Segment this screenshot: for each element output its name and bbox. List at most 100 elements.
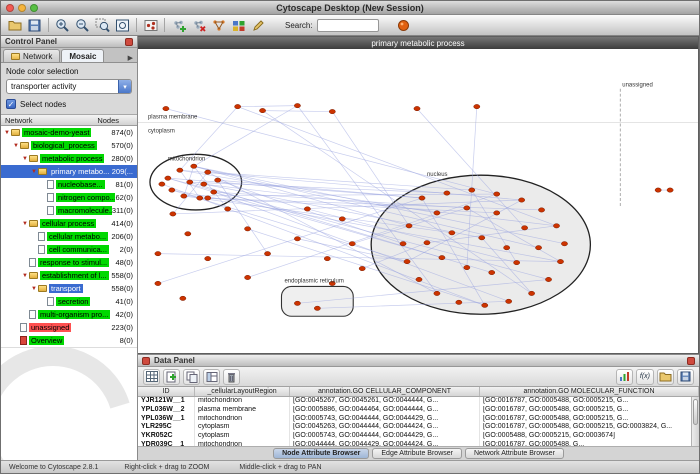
network-node[interactable] <box>181 194 187 198</box>
cell-molecular-function[interactable]: [GO:0016787, GO:0005488, G... <box>480 441 699 446</box>
tab-network-attribute-browser[interactable]: Network Attribute Browser <box>465 448 564 459</box>
network-node[interactable] <box>177 168 183 172</box>
tree-row[interactable]: ▼ biological_process 570(0) <box>1 139 137 152</box>
network-node[interactable] <box>434 291 440 295</box>
network-node[interactable] <box>294 237 300 241</box>
expander-icon[interactable]: ▼ <box>3 130 11 136</box>
network-node[interactable] <box>400 242 406 246</box>
expander-icon[interactable]: ▼ <box>12 143 20 149</box>
window-titlebar[interactable]: Cytoscape Desktop (New Session) <box>1 1 699 15</box>
tree-row[interactable]: ▼ nucleobase... 81(0) <box>1 178 137 191</box>
network-node[interactable] <box>235 104 241 108</box>
network-node[interactable] <box>464 265 470 269</box>
cell-region[interactable]: plasma membrane <box>195 406 290 415</box>
network-node[interactable] <box>522 226 528 230</box>
network-node[interactable] <box>359 266 365 270</box>
network-node[interactable] <box>553 224 559 228</box>
tree-row[interactable]: ▼ cell communica... 2(0) <box>1 243 137 256</box>
tree-row[interactable]: ▼ multi-organism pro... 42(0) <box>1 308 137 321</box>
network-edge[interactable] <box>238 106 298 107</box>
network-node[interactable] <box>324 256 330 260</box>
expander-icon[interactable]: ▼ <box>21 273 29 279</box>
annotation-icon[interactable] <box>249 16 268 34</box>
cell-cellular-component[interactable]: [GO:0045263, GO:0044444, GO:0044424, G..… <box>290 423 480 432</box>
network-node[interactable] <box>201 182 207 186</box>
network-node[interactable] <box>205 256 211 260</box>
network-node[interactable] <box>245 275 251 279</box>
network-node[interactable] <box>205 196 211 200</box>
cell-id[interactable]: YJR121W__1 <box>138 397 195 406</box>
network-node[interactable] <box>163 106 169 110</box>
network-node[interactable] <box>170 212 176 216</box>
network-node[interactable] <box>474 104 480 108</box>
cell-region[interactable]: mitochondrion <box>195 441 290 446</box>
network-node[interactable] <box>304 207 310 211</box>
scrollbar-thumb[interactable] <box>693 399 698 425</box>
expander-icon[interactable]: ▼ <box>21 156 29 162</box>
node-color-dropdown[interactable]: transporter activity ▾ <box>6 79 132 94</box>
network-node[interactable] <box>187 180 193 184</box>
network-node[interactable] <box>419 196 425 200</box>
hide-selected-icon[interactable] <box>141 16 160 34</box>
create-attribute-icon[interactable] <box>163 369 180 385</box>
network-node[interactable] <box>205 170 211 174</box>
data-panel-close-button[interactable] <box>687 357 695 365</box>
plugin-icon[interactable] <box>394 16 413 34</box>
tree-row[interactable]: ▼ metabolic process 280(0) <box>1 152 137 165</box>
cell-cellular-component[interactable]: [GO:0005743, GO:0044444, GO:0044429, G..… <box>290 415 480 424</box>
network-node[interactable] <box>264 251 270 255</box>
network-node[interactable] <box>159 182 165 186</box>
network-node[interactable] <box>655 188 661 192</box>
network-node[interactable] <box>464 206 470 210</box>
network-node[interactable] <box>424 241 430 245</box>
network-node[interactable] <box>479 236 485 240</box>
network-canvas-svg[interactable]: plasma membrane cytoplasm mitochondrion … <box>138 49 698 353</box>
tree-row[interactable]: ▼ cellular metabo... 206(0) <box>1 230 137 243</box>
tree-row[interactable]: ▼ primary metabo... 209(... <box>1 165 137 178</box>
network-node[interactable] <box>449 231 455 235</box>
network-node[interactable] <box>538 208 544 212</box>
cell-id[interactable]: YPL036W__1 <box>138 415 195 424</box>
tree-row[interactable]: ▼ establishment of l... 558(0) <box>1 269 137 282</box>
tree-row[interactable]: ▼ mosaic-demo-yeast 874(0) <box>1 126 137 139</box>
network-edge[interactable] <box>190 182 447 193</box>
network-node[interactable] <box>414 106 420 110</box>
network-node[interactable] <box>215 178 221 182</box>
cell-region[interactable]: mitochondrion <box>195 397 290 406</box>
network-node[interactable] <box>314 306 320 310</box>
network-node[interactable] <box>557 259 563 263</box>
column-header-id[interactable]: ID <box>138 387 195 396</box>
network-node[interactable] <box>245 227 251 231</box>
cell-cellular-component[interactable]: [GO:0045267, GO:0045261, GO:0044444, G..… <box>290 397 480 406</box>
tree-row[interactable]: ▼ macromolecule... 311(0) <box>1 204 137 217</box>
save-session-icon[interactable] <box>25 16 44 34</box>
network-node[interactable] <box>489 270 495 274</box>
network-node[interactable] <box>294 103 300 107</box>
network-node[interactable] <box>456 300 462 304</box>
select-attributes-icon[interactable] <box>143 369 160 385</box>
cell-region[interactable]: cytoplasm <box>195 432 290 441</box>
tree-row[interactable]: ▼ response to stimul... 48(0) <box>1 256 137 269</box>
network-node[interactable] <box>259 108 265 112</box>
network-node[interactable] <box>180 296 186 300</box>
network-node[interactable] <box>155 281 161 285</box>
panel-close-button[interactable] <box>125 38 133 46</box>
column-header-molecular-function[interactable]: annotation.GO MOLECULAR_FUNCTION <box>480 387 699 396</box>
network-node[interactable] <box>504 246 510 250</box>
zoom-in-icon[interactable] <box>53 16 72 34</box>
network-node[interactable] <box>191 164 197 168</box>
cell-molecular-function[interactable]: [GO:0016787, GO:0005488, GO:0005215, G..… <box>480 415 699 424</box>
tab-edge-attribute-browser[interactable]: Edge Attribute Browser <box>372 448 462 459</box>
column-header-cellular-component[interactable]: annotation.GO CELLULAR_COMPONENT <box>290 387 480 396</box>
tree-row[interactable]: ▼ nitrogen compo... 62(0) <box>1 191 137 204</box>
network-node[interactable] <box>155 251 161 255</box>
cell-molecular-function[interactable]: [GO:0005488, GO:0005215, GO:0003674] <box>480 432 699 441</box>
network-node[interactable] <box>225 207 231 211</box>
network-node[interactable] <box>535 246 541 250</box>
cell-id[interactable]: YPL036W__2 <box>138 406 195 415</box>
network-node[interactable] <box>529 291 535 295</box>
cell-cellular-component[interactable]: [GO:0005886, GO:0044464, GO:0044444, G..… <box>290 406 480 415</box>
network-edge[interactable] <box>263 111 333 112</box>
apply-layout-icon[interactable] <box>209 16 228 34</box>
tree-row[interactable]: ▼ transport 558(0) <box>1 282 137 295</box>
